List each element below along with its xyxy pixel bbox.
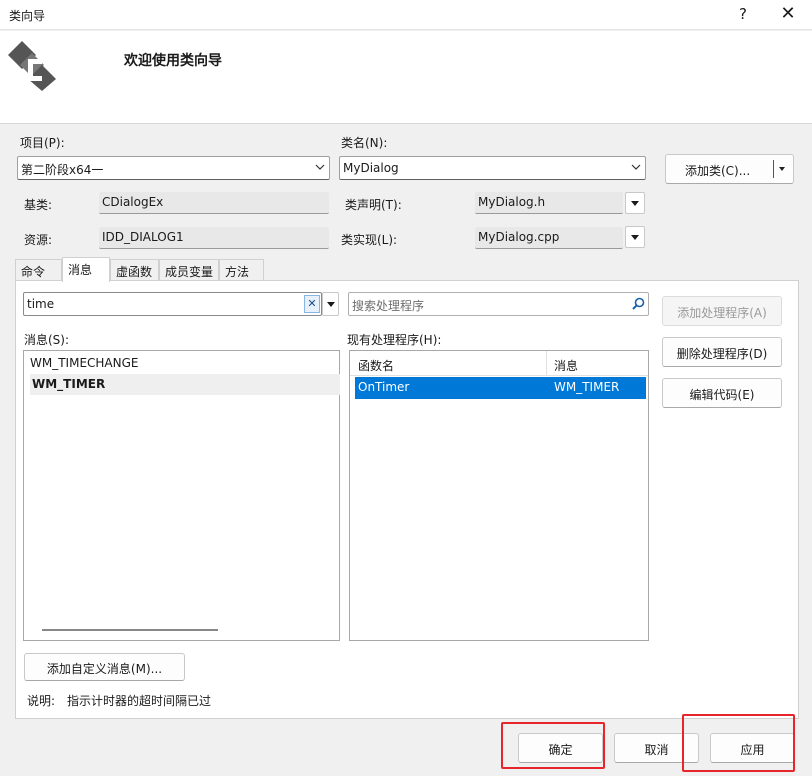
column-header-function[interactable]: 函数名 — [358, 357, 394, 374]
highlight-box-apply — [682, 714, 795, 772]
table-header: 函数名 消息 — [350, 351, 648, 376]
handlers-label: 现有处理程序(H): — [347, 333, 442, 347]
add-class-button[interactable]: 添加类(C)... — [665, 154, 794, 184]
resource-label: 资源: — [24, 233, 53, 247]
tab-commands[interactable]: 命令 — [15, 259, 62, 281]
class-decl-field: MyDialog.h — [475, 192, 623, 214]
search-placeholder: 搜索处理程序 — [352, 299, 425, 313]
clear-icon[interactable]: ✕ — [304, 295, 320, 313]
tab-methods[interactable]: 方法 — [219, 259, 264, 281]
tab-label: 虚函数 — [116, 265, 153, 279]
class-impl-label: 类实现(L): — [341, 233, 398, 247]
search-icon[interactable] — [632, 297, 645, 311]
column-divider — [546, 351, 547, 376]
highlight-box-ok — [501, 722, 605, 769]
class-decl-value: MyDialog.h — [478, 195, 546, 209]
message-filter-input[interactable]: time ✕ — [23, 292, 322, 316]
classname-label: 类名(N): — [341, 136, 388, 150]
tab-label: 方法 — [225, 265, 250, 279]
tab-messages[interactable]: 消息 — [62, 257, 110, 282]
delete-handler-button[interactable]: 删除处理程序(D) — [662, 337, 782, 367]
project-combo[interactable]: 第二阶段x64一 — [17, 156, 330, 180]
cell-message: WM_TIMER — [554, 380, 620, 394]
class-decl-label: 类声明(T): — [345, 198, 402, 212]
description-label: 说明: — [27, 694, 56, 708]
table-row[interactable]: OnTimer WM_TIMER — [355, 377, 646, 399]
split-divider — [773, 160, 774, 178]
add-handler-button[interactable]: 添加处理程序(A) — [662, 296, 782, 326]
tab-member-variables[interactable]: 成员变量 — [159, 259, 219, 281]
class-decl-dropdown[interactable] — [625, 192, 645, 214]
tab-label: 消息 — [68, 263, 93, 277]
resource-field: IDD_DIALOG1 — [99, 227, 329, 249]
dropdown-arrow-icon[interactable] — [779, 167, 785, 171]
tab-label: 成员变量 — [165, 265, 214, 279]
description-text: 指示计时器的超时间隔已过 — [67, 694, 212, 708]
project-value: 第二阶段x64一 — [21, 163, 104, 177]
classname-value: MyDialog — [343, 161, 399, 175]
add-custom-message-button[interactable]: 添加自定义消息(M)... — [24, 653, 185, 681]
project-label: 项目(P): — [20, 136, 65, 150]
tab-label: 命令 — [21, 265, 46, 279]
edit-code-button[interactable]: 编辑代码(E) — [662, 378, 782, 408]
class-impl-field: MyDialog.cpp — [475, 227, 623, 249]
add-class-label: 添加类(C)... — [685, 164, 751, 178]
header-banner: 欢迎使用类向导 — [0, 31, 812, 124]
window-title: 类向导 — [9, 9, 46, 23]
messages-list[interactable]: WM_TIMECHANGE WM_TIMER — [23, 350, 340, 641]
class-wizard-icon — [8, 41, 56, 91]
chevron-down-icon — [631, 201, 639, 206]
base-class-label: 基类: — [24, 198, 53, 212]
class-impl-value: MyDialog.cpp — [478, 230, 560, 244]
cell-function: OnTimer — [358, 380, 410, 394]
classname-combo[interactable]: MyDialog — [339, 156, 646, 180]
handler-search-input[interactable]: 搜索处理程序 — [348, 292, 649, 316]
filter-dropdown[interactable] — [322, 292, 339, 316]
chevron-down-icon — [327, 302, 335, 307]
filter-value: time — [27, 297, 55, 311]
class-impl-dropdown[interactable] — [625, 226, 645, 248]
chevron-down-icon — [631, 235, 639, 240]
page-title: 欢迎使用类向导 — [124, 53, 222, 69]
resource-value: IDD_DIALOG1 — [102, 230, 184, 244]
chevron-down-icon — [631, 164, 641, 170]
chevron-down-icon — [315, 164, 325, 170]
horizontal-scrollbar[interactable] — [42, 629, 218, 631]
tab-virtual-functions[interactable]: 虚函数 — [110, 259, 159, 281]
column-header-message[interactable]: 消息 — [554, 357, 578, 374]
close-button[interactable]: ✕ — [778, 3, 798, 24]
list-item[interactable]: WM_TIMECHANGE — [30, 353, 340, 374]
help-button[interactable]: ? — [736, 5, 750, 23]
base-class-field: CDialogEx — [99, 192, 329, 214]
messages-label: 消息(S): — [24, 333, 70, 347]
title-bar: 类向导 ? ✕ — [0, 0, 812, 30]
base-class-value: CDialogEx — [102, 195, 164, 209]
list-item-selected[interactable]: WM_TIMER — [30, 374, 340, 395]
handlers-table[interactable]: 函数名 消息 OnTimer WM_TIMER — [349, 350, 649, 641]
